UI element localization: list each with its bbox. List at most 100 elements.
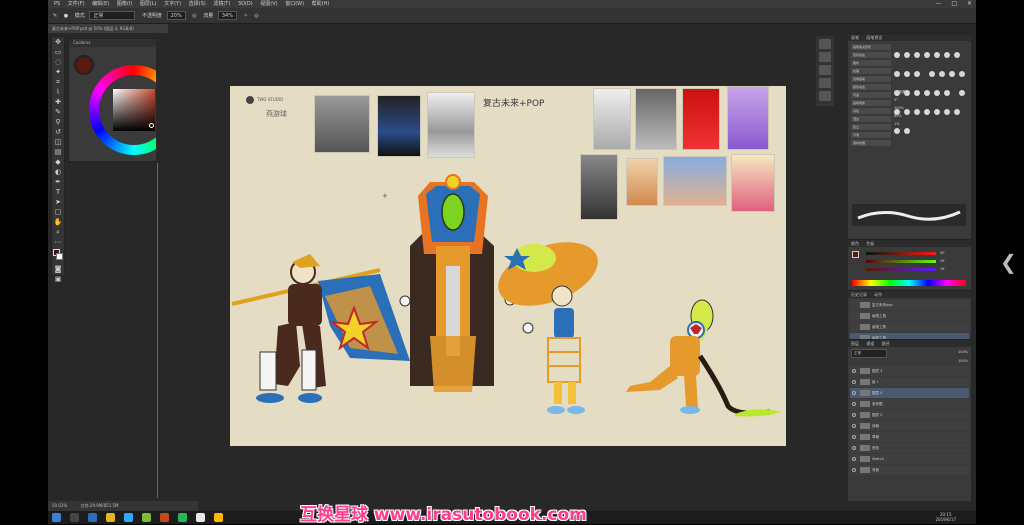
menu-item[interactable]: 文件(F): [68, 0, 85, 8]
color-spectrum-bar[interactable]: [852, 280, 966, 286]
gradient-icon[interactable]: ▤: [52, 148, 64, 157]
app-icon[interactable]: [214, 513, 223, 522]
layer-row[interactable]: 图层 3: [850, 366, 969, 376]
layer-row[interactable]: 图层 4: [850, 388, 969, 398]
eye-icon[interactable]: [852, 402, 856, 406]
menu-item[interactable]: 视图(V): [260, 0, 277, 8]
brush-settings-icon[interactable]: [819, 65, 831, 75]
brush-size-value[interactable]: 25像素: [894, 88, 966, 96]
brush-option[interactable]: 杂色: [851, 108, 891, 114]
quick-select-icon[interactable]: ✦: [52, 68, 64, 77]
opacity-field[interactable]: 20%: [166, 11, 186, 20]
tab-swatches[interactable]: 色板: [866, 241, 874, 246]
brush-option[interactable]: 传递: [851, 92, 891, 98]
eye-icon[interactable]: [852, 424, 856, 428]
eye-icon[interactable]: [852, 369, 856, 373]
brush-option[interactable]: 纹理: [851, 68, 891, 74]
app-icon[interactable]: [160, 513, 169, 522]
menu-item[interactable]: 帮助(H): [312, 0, 330, 8]
brush-option[interactable]: 画笔笔尖形状: [851, 44, 891, 50]
shape-tool-icon[interactable]: ▢: [52, 208, 64, 217]
document-tab[interactable]: 复古未来+POP.psd @ 50% (图层 4, RGB/8): [48, 24, 168, 33]
system-clock[interactable]: 20:15 2019/6/17: [935, 512, 956, 522]
hand-tool-icon[interactable]: ✋: [52, 218, 64, 227]
brush-option[interactable]: 双重画笔: [851, 76, 891, 82]
tab-paths[interactable]: 路径: [882, 341, 890, 346]
zoom-tool-icon[interactable]: ⌕: [52, 228, 64, 237]
background-color[interactable]: [56, 253, 63, 260]
menu-item[interactable]: 选择(S): [189, 0, 206, 8]
zoom-level[interactable]: 50.03%: [52, 503, 67, 508]
brush-option[interactable]: 形状动态: [851, 52, 891, 58]
menu-item[interactable]: 图层(L): [140, 0, 157, 8]
close-button[interactable]: ✕: [967, 0, 972, 8]
search-icon[interactable]: [70, 513, 79, 522]
brush-option[interactable]: 颜色动态: [851, 84, 891, 90]
eye-icon[interactable]: [852, 435, 856, 439]
color-panel-swatch[interactable]: [852, 251, 859, 258]
layer-row[interactable]: 参考图: [850, 399, 969, 409]
file-explorer-icon[interactable]: [106, 513, 115, 522]
blue-slider[interactable]: [866, 268, 936, 271]
quick-mask-icon[interactable]: ◙: [52, 265, 64, 274]
brush-roundness-value[interactable]: 100%: [894, 104, 966, 112]
red-slider[interactable]: [866, 252, 936, 255]
character-panel-icon[interactable]: [819, 78, 831, 88]
app-icon[interactable]: [142, 513, 151, 522]
tab-history[interactable]: 历史记录: [851, 292, 867, 297]
app-icon[interactable]: [196, 513, 205, 522]
path-select-icon[interactable]: ➤: [52, 198, 64, 207]
eye-icon[interactable]: [852, 413, 856, 417]
eye-icon[interactable]: [852, 457, 856, 461]
dodge-tool-icon[interactable]: ◐: [52, 168, 64, 177]
brush-option[interactable]: 保护纹理: [851, 140, 891, 146]
tab-color[interactable]: 颜色: [851, 241, 859, 246]
clone-stamp-icon[interactable]: ⚲: [52, 118, 64, 127]
eraser-icon[interactable]: ◫: [52, 138, 64, 147]
green-value[interactable]: 26: [940, 257, 944, 265]
adjustments-panel-icon[interactable]: [819, 91, 831, 101]
blue-value[interactable]: 16: [940, 265, 944, 273]
move-tool-icon[interactable]: ✥: [52, 38, 64, 47]
tab-layers[interactable]: 图层: [851, 341, 859, 346]
tab-brush[interactable]: 画笔: [851, 35, 859, 40]
screen-mode-icon[interactable]: ▣: [52, 275, 64, 284]
menu-item[interactable]: 文字(Y): [164, 0, 181, 8]
eyedropper-icon[interactable]: ⌇: [52, 88, 64, 97]
canvas-area[interactable]: TWO STUDIO 燕游球 复古未来+POP +: [156, 33, 848, 498]
current-color-swatch[interactable]: [74, 55, 94, 75]
properties-panel-icon[interactable]: [819, 52, 831, 62]
brush-option[interactable]: 湿边: [851, 116, 891, 122]
brush-option[interactable]: 画笔笔势: [851, 100, 891, 106]
menu-item[interactable]: 编辑(E): [92, 0, 109, 8]
color-picker-marker[interactable]: [149, 123, 154, 128]
tab-brush-presets[interactable]: 画笔预设: [866, 35, 882, 40]
menu-item[interactable]: 图像(I): [117, 0, 132, 8]
eye-icon[interactable]: [852, 391, 856, 395]
history-brush-icon[interactable]: ↺: [52, 128, 64, 137]
eye-icon[interactable]: [852, 446, 856, 450]
green-slider[interactable]: [866, 260, 936, 263]
eye-icon[interactable]: [852, 468, 856, 472]
photoshop-app-icon[interactable]: [124, 513, 133, 522]
color-swatches[interactable]: [52, 248, 64, 264]
menu-item[interactable]: 滤镜(T): [213, 0, 230, 8]
airbrush-icon[interactable]: ✧: [244, 8, 248, 23]
layer-opacity-field[interactable]: 100%: [958, 349, 968, 356]
brush-tool-icon[interactable]: ✎: [53, 8, 57, 23]
blend-mode-select[interactable]: 正常: [851, 349, 887, 358]
layer-row[interactable]: 底色: [850, 443, 969, 453]
history-item[interactable]: 画笔工具: [850, 322, 969, 332]
flow-field[interactable]: 34%: [217, 11, 237, 20]
pen-tool-icon[interactable]: ✒: [52, 178, 64, 187]
minimize-button[interactable]: —: [935, 0, 941, 8]
start-button-icon[interactable]: [52, 513, 61, 522]
brush-angle-value[interactable]: 0°: [894, 96, 966, 104]
red-value[interactable]: 90: [940, 249, 944, 257]
history-panel-icon[interactable]: [819, 39, 831, 49]
brush-option[interactable]: 散布: [851, 60, 891, 66]
tab-actions[interactable]: 动作: [874, 292, 882, 297]
type-tool-icon[interactable]: T: [52, 188, 64, 197]
chevron-left-icon[interactable]: ❮: [1000, 250, 1017, 274]
blur-tool-icon[interactable]: ◆: [52, 158, 64, 167]
